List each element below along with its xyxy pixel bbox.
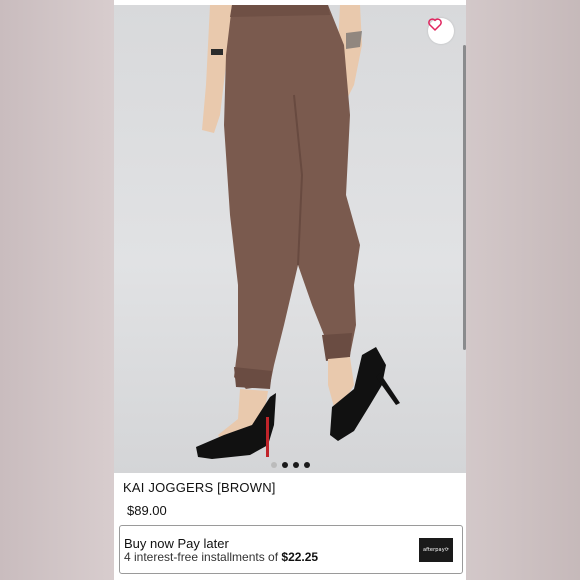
left-heel-sole (266, 417, 269, 457)
favorite-button[interactable] (428, 18, 454, 44)
carousel-dot[interactable] (281, 462, 288, 468)
right-heel-stiletto (376, 373, 400, 405)
joggers (224, 5, 360, 389)
installments-amount: $22.25 (281, 550, 319, 564)
afterpay-headline: Buy now Pay later (124, 536, 229, 551)
scroll-indicator[interactable] (463, 45, 466, 350)
installments-text: 4 interest-free installments of (124, 550, 282, 564)
model-tattoo (346, 31, 362, 49)
joggers-waistband (230, 5, 330, 17)
product-photo[interactable] (114, 5, 466, 473)
product-price: $89.00 (127, 503, 167, 518)
afterpay-logo: afterpay⟳ (419, 538, 453, 562)
product-screen: KAI JOGGERS [BROWN] $89.00 Buy now Pay l… (114, 0, 466, 580)
heart-icon (428, 18, 442, 31)
background-right (466, 0, 580, 580)
afterpay-installments: 4 interest-free installments of $22.25 (124, 550, 318, 564)
carousel-dot[interactable] (303, 462, 310, 468)
background-left (0, 0, 114, 580)
product-illustration (196, 5, 400, 459)
carousel-dots (114, 462, 466, 468)
carousel-dot[interactable] (270, 462, 277, 468)
carousel-dot[interactable] (292, 462, 299, 468)
afterpay-banner[interactable]: Buy now Pay later 4 interest-free instal… (119, 525, 463, 574)
product-title: KAI JOGGERS [BROWN] (123, 480, 276, 495)
model-bracelet (211, 49, 223, 55)
right-cuff (322, 333, 352, 361)
